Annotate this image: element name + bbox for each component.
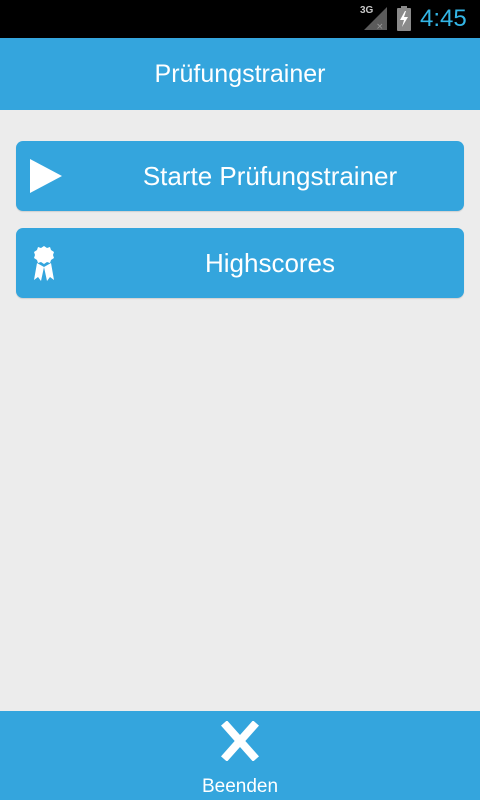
highscores-label: Highscores <box>204 248 336 278</box>
status-clock: 4:45 <box>420 5 467 32</box>
battery-charging-icon <box>397 6 411 31</box>
exit-label: Beenden <box>201 776 279 797</box>
status-bar: × 3G 4:45 <box>0 0 480 38</box>
start-trainer-button[interactable]: Starte Prüfungstrainer <box>16 141 464 211</box>
network-indicator: × 3G <box>358 5 388 31</box>
network-type-label: 3G <box>360 5 374 16</box>
app-bar: Prüfungstrainer <box>0 38 480 110</box>
close-icon <box>221 721 259 761</box>
page-title: Prüfungstrainer <box>154 60 326 88</box>
svg-text:×: × <box>376 22 384 31</box>
exit-button[interactable]: Beenden <box>0 711 480 800</box>
highscores-button[interactable]: Highscores <box>16 228 464 298</box>
start-trainer-label: Starte Prüfungstrainer <box>142 161 398 191</box>
